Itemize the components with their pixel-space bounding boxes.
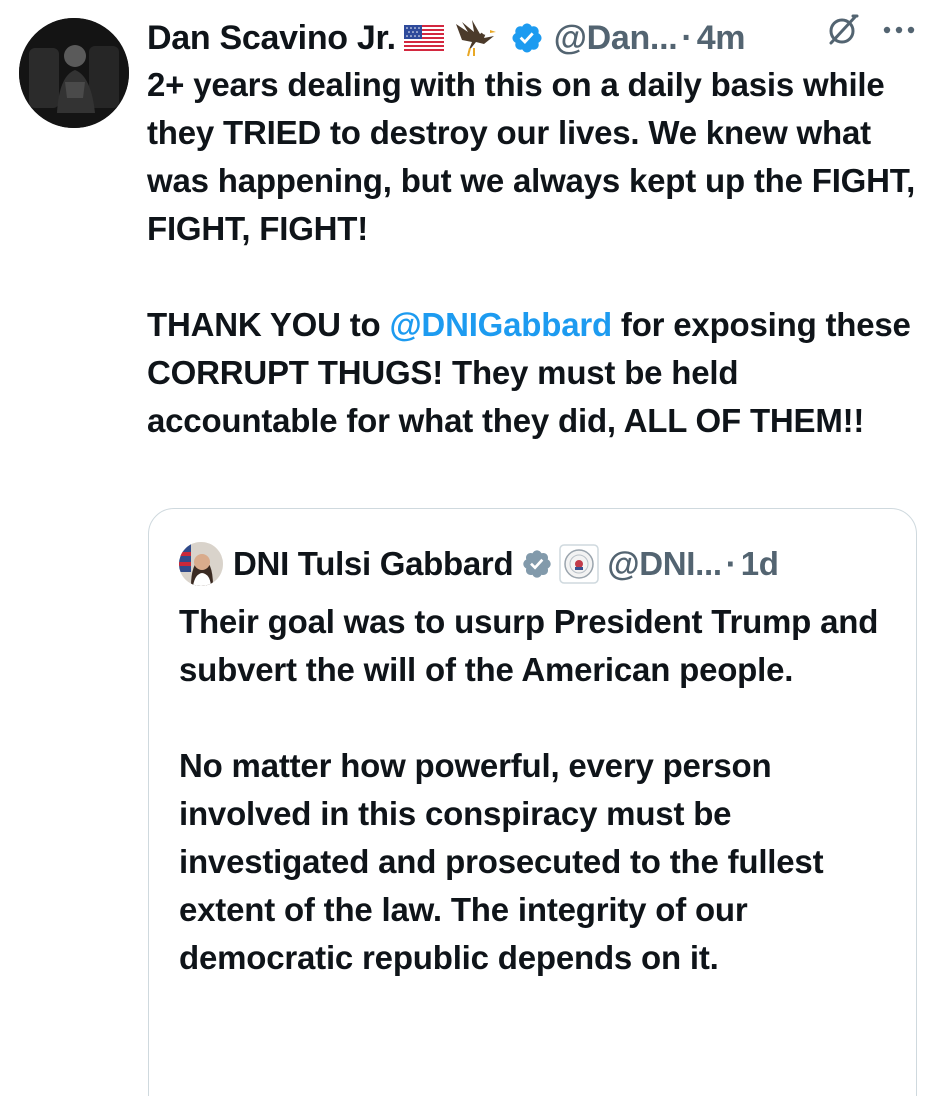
tweet-header: Dan Scavino Jr. @Dan... · 4m	[147, 10, 917, 66]
quoted-tweet-text: Their goal was to usurp President Trump …	[179, 598, 899, 982]
verified-badge-gray-icon[interactable]	[521, 548, 553, 580]
eagle-icon	[448, 18, 498, 58]
tweet[interactable]: Dan Scavino Jr. @Dan... · 4m 2+ years de…	[0, 0, 937, 1096]
government-seal-icon	[559, 544, 600, 584]
quoted-author-avatar[interactable]	[179, 542, 223, 586]
separator-dot: ·	[681, 19, 693, 57]
quoted-author-handle[interactable]: @DNI...	[607, 545, 722, 583]
grok-icon[interactable]	[825, 12, 861, 48]
flag-us-icon	[400, 25, 444, 51]
verified-badge-icon[interactable]	[502, 21, 544, 55]
quoted-paragraph-2: No matter how powerful, every person inv…	[179, 747, 824, 976]
author-handle[interactable]: @Dan...	[554, 10, 678, 66]
quoted-paragraph-1: Their goal was to usurp President Trump …	[179, 603, 879, 688]
mention-link[interactable]: @DNIGabbard	[389, 306, 612, 343]
quoted-tweet-header: DNI Tulsi Gabbard @DNI... · 1d	[179, 539, 896, 589]
separator-dot: ·	[725, 545, 737, 582]
more-options-icon[interactable]	[881, 24, 917, 36]
timestamp[interactable]: 4m	[697, 10, 746, 66]
quoted-author-name[interactable]: DNI Tulsi Gabbard	[233, 545, 514, 583]
tweet-paragraph-1: 2+ years dealing with this on a daily ba…	[147, 66, 916, 247]
tweet-text-span: THANK YOU to	[147, 306, 390, 343]
author-avatar[interactable]	[19, 18, 129, 128]
quoted-timestamp[interactable]: 1d	[741, 545, 779, 583]
tweet-paragraph-2: THANK YOU to @DNIGabbard for exposing th…	[147, 301, 927, 445]
tweet-text: 2+ years dealing with this on a daily ba…	[147, 61, 927, 445]
author-name[interactable]: Dan Scavino Jr.	[147, 10, 396, 66]
quoted-tweet-card[interactable]: DNI Tulsi Gabbard @DNI... · 1d Their goa…	[148, 508, 917, 1096]
